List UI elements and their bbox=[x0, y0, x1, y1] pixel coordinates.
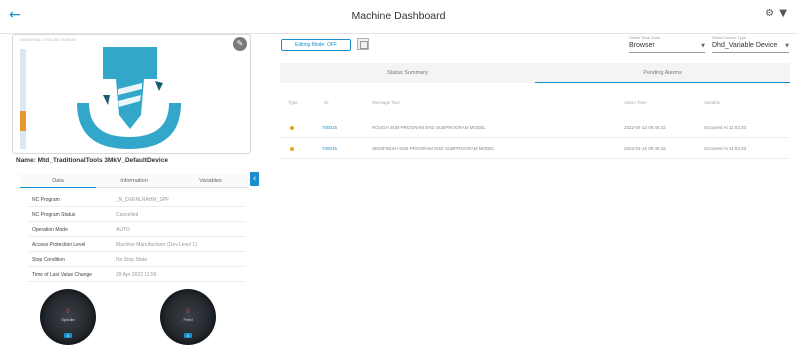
machine-tabs: Data Information Variables bbox=[20, 174, 249, 188]
dial-zero-badge: 0 bbox=[64, 333, 72, 338]
chevron-down-icon: ▼ bbox=[785, 43, 789, 49]
alarm-row[interactable]: 700015 SEMIFINISH SUB-PROGRAM END SUBPRO… bbox=[280, 139, 790, 159]
dial-zero-badge: 0 bbox=[184, 333, 192, 338]
detail-row-nc-program-status: NC Program Status Cancelled bbox=[28, 207, 246, 222]
detail-value: 29 Apr 2022 11:56 bbox=[116, 272, 157, 278]
alarm-row[interactable]: 700015 ROUGH SUB-PROGRAM END SUBPROGRAM … bbox=[280, 118, 790, 138]
filter-icon[interactable]: ▼ bbox=[779, 8, 787, 19]
settings-icon[interactable]: ⚙ bbox=[765, 8, 774, 19]
detail-row-last-value-change: Time of Last Value Change 29 Apr 2022 11… bbox=[28, 267, 246, 282]
time-zone-select[interactable]: Select Time Zone Browser ▼ bbox=[629, 35, 705, 53]
alarm-id[interactable]: 700015 bbox=[322, 125, 337, 130]
detail-key: Access Protection Level bbox=[32, 242, 86, 248]
dial-value: 0 bbox=[186, 309, 190, 315]
device-type-label: Select Device Type bbox=[712, 35, 747, 40]
edit-icon[interactable]: ✎ bbox=[233, 37, 247, 51]
milling-machine-icon bbox=[77, 47, 181, 149]
top-bar: ← Machine Dashboard ⚙ ▼ bbox=[0, 0, 797, 34]
detail-value: Cancelled bbox=[116, 212, 139, 218]
column-header-type: Type bbox=[288, 100, 298, 105]
page-title: Machine Dashboard bbox=[351, 10, 446, 22]
level-gauge-track bbox=[20, 49, 26, 149]
alarm-message: SEMIFINISH SUB-PROGRAM END SUBPROGRAM MO… bbox=[372, 146, 495, 151]
detail-value: _N_DXENLRAHM_SPF bbox=[116, 197, 170, 203]
warning-dot-icon bbox=[290, 126, 294, 130]
spindle-dial: 0 Spindle 0 bbox=[40, 289, 96, 345]
time-zone-value: Browser bbox=[629, 42, 655, 49]
detail-value: AUTO bbox=[116, 227, 130, 233]
editing-mode-button[interactable]: Editing Mode: OFF bbox=[281, 39, 351, 51]
chevron-down-icon: ▼ bbox=[701, 43, 705, 49]
detail-value: Machine Manufacturer (Dev Level 1) bbox=[116, 242, 197, 248]
tab-variables[interactable]: Variables bbox=[172, 174, 249, 188]
machine-name: Name: Mtd_TraditionalTools 3MkV_DefaultD… bbox=[16, 157, 168, 164]
feed-dial: 0 Feed 0 bbox=[160, 289, 216, 345]
top-actions: ⚙ ▼ bbox=[763, 8, 787, 19]
detail-key: Time of Last Value Change bbox=[32, 272, 93, 278]
detail-key: NC Program bbox=[32, 197, 60, 203]
detail-row-access-protection: Access Protection Level Machine Manufact… bbox=[28, 237, 246, 252]
tab-information[interactable]: Information bbox=[96, 174, 172, 188]
device-type-value: Dhd_Variable Device bbox=[712, 42, 778, 49]
warning-dot-icon bbox=[290, 147, 294, 151]
alarm-message: ROUGH SUB-PROGRAM END SUBPROGRAM MODEL bbox=[372, 125, 486, 130]
alarms-table-header: Type ID Message Text Alarm Time Variable bbox=[280, 100, 790, 112]
tab-status-summary[interactable]: Status Summary bbox=[280, 63, 535, 83]
tab-pending-alarms[interactable]: Pending Alarms bbox=[535, 63, 790, 83]
dashboard-tabs: Status Summary Pending Alarms bbox=[280, 63, 790, 83]
tab-data[interactable]: Data bbox=[20, 174, 96, 188]
device-type-select[interactable]: Select Device Type Dhd_Variable Device ▼ bbox=[712, 35, 789, 53]
detail-key: Stop Condition bbox=[32, 257, 65, 263]
time-zone-label: Select Time Zone bbox=[629, 35, 661, 40]
alarm-id[interactable]: 700015 bbox=[322, 146, 337, 151]
dial-label: Spindle bbox=[61, 317, 75, 322]
detail-key: Operation Mode bbox=[32, 227, 68, 233]
machine-card: UNIVERSAL TOOLING RANGE ✎ bbox=[12, 34, 251, 154]
alarm-variable: Occurred At 11:53:33 bbox=[704, 125, 747, 130]
alarm-time: 2022-04-15 09:46:32 bbox=[624, 146, 666, 151]
dial-label: Feed bbox=[183, 317, 193, 322]
machine-panel: UNIVERSAL TOOLING RANGE ✎ Name: Mtd_Trad… bbox=[12, 34, 251, 350]
column-header-id: ID bbox=[324, 100, 329, 105]
level-gauge-fill bbox=[20, 111, 26, 131]
machine-card-caption: UNIVERSAL TOOLING RANGE bbox=[19, 37, 76, 42]
dial-value: 0 bbox=[66, 309, 70, 315]
alarm-time: 2022-04-12 09:46:32 bbox=[624, 125, 666, 130]
detail-row-stop-condition: Stop Condition No Stop State bbox=[28, 252, 246, 267]
detail-row-nc-program: NC Program _N_DXENLRAHM_SPF bbox=[28, 192, 246, 207]
column-header-time: Alarm Time bbox=[624, 100, 647, 105]
column-header-variable: Variable bbox=[704, 100, 721, 105]
layout-grid-icon[interactable] bbox=[357, 38, 369, 50]
detail-key: NC Program Status bbox=[32, 212, 76, 218]
collapse-panel-chevron-icon[interactable]: ‹ bbox=[250, 172, 259, 186]
detail-row-operation-mode: Operation Mode AUTO bbox=[28, 222, 246, 237]
column-header-message: Message Text bbox=[372, 100, 400, 105]
alarm-variable: Occurred At 11:53:33 bbox=[704, 146, 747, 151]
detail-value: No Stop State bbox=[116, 257, 148, 263]
